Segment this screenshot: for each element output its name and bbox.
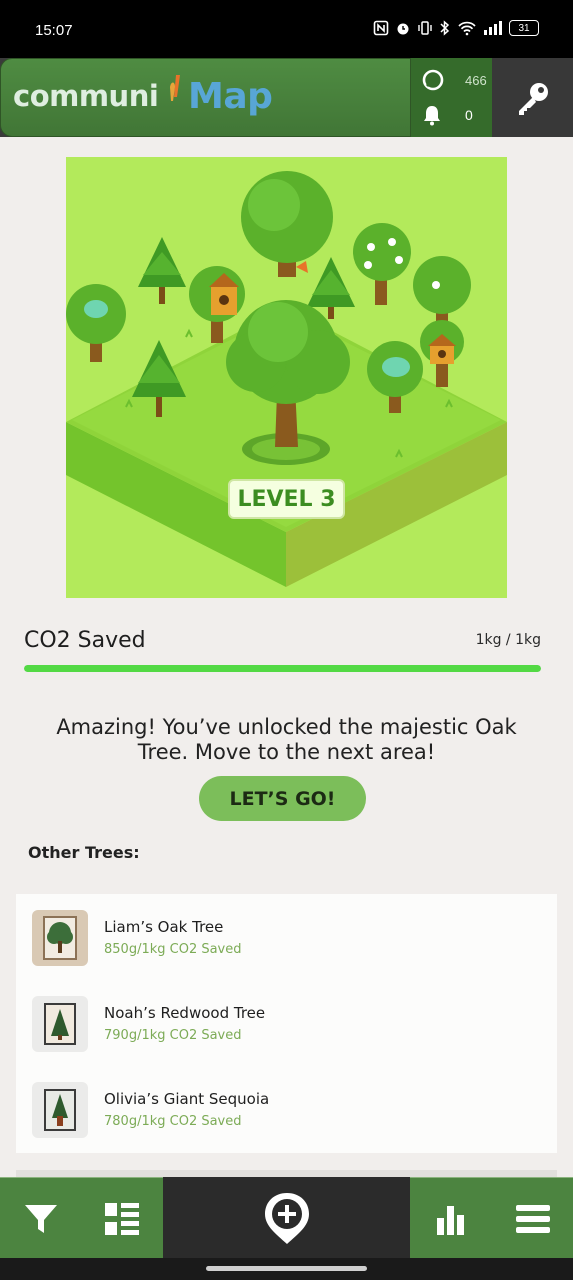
app-logo[interactable]: communi Map [0,58,411,137]
bottom-nav-right [410,1177,573,1258]
bell-icon [424,106,440,126]
stats-icon [436,1205,464,1235]
bottom-nav-left [0,1177,163,1258]
tree-co2: 780g/1kg CO2 Saved [104,1114,242,1129]
oak-tree-icon [32,910,88,966]
birdhouse-tree-right [420,320,464,387]
round-tree-mid [189,266,245,343]
tree-name: Liam’s Oak Tree [104,918,224,936]
add-location-icon [264,1192,309,1244]
other-trees-list: Liam’s Oak Tree 850g/1kg CO2 Saved Noah’… [16,894,557,1153]
menu-button[interactable] [492,1178,573,1259]
tree-name: Olivia’s Giant Sequoia [104,1090,270,1108]
logo-text-map: Map [188,76,273,117]
signal-icon [484,21,502,35]
app-header: communi Map 466 0 [0,58,573,137]
home-gesture-pill[interactable] [206,1266,367,1271]
forest-level-image [66,171,507,587]
stats-button[interactable] [410,1178,491,1259]
status-time: 15:07 [35,22,73,39]
level-label: LEVEL 3 [237,486,336,512]
nfc-icon [373,20,389,36]
list-item[interactable]: Olivia’s Giant Sequoia 780g/1kg CO2 Save… [16,1066,557,1152]
round-tree-left [66,284,126,362]
add-location-button[interactable] [246,1177,327,1258]
bottom-nav [0,1177,573,1258]
key-button[interactable] [492,58,573,137]
key-icon [518,82,548,115]
battery-icon: 31 [509,20,539,36]
list-view-icon [104,1202,139,1235]
logo-text-communi: communi [13,79,159,113]
system-nav-bar [0,1258,573,1280]
level-illustration: LEVEL 3 [66,157,507,598]
points-value: 466 [465,72,487,88]
alarm-icon [397,23,409,35]
list-item[interactable]: Noah’s Redwood Tree 790g/1kg CO2 Saved [16,980,557,1066]
other-trees-title: Other Trees: [28,843,140,862]
redwood-tree-icon [32,996,88,1052]
filter-icon [24,1204,57,1233]
co2-title: CO2 Saved [24,628,146,653]
status-bar: 15:07 31 [0,0,573,58]
filter-button[interactable] [0,1178,81,1259]
header-stats: 466 0 [411,58,492,137]
sequoia-tree-icon [32,1082,88,1138]
notifications-stat[interactable]: 0 [421,104,489,126]
status-icons: 31 [373,20,539,36]
points-icon [422,69,444,91]
battery-level: 31 [518,22,530,34]
vibrate-icon [418,21,432,35]
unlock-message: Amazing! You’ve unlocked the majestic Oa… [56,715,517,764]
pine-tree-1 [138,237,186,304]
co2-progress-header: CO2 Saved 1kg / 1kg [24,628,541,653]
co2-progress-fill [24,665,541,672]
level-badge: LEVEL 3 [228,479,345,519]
lets-go-button[interactable]: LET’S GO! [199,776,366,821]
co2-amount: 1kg / 1kg [475,632,541,648]
tree-co2: 790g/1kg CO2 Saved [104,1028,242,1043]
notifications-value: 0 [465,107,473,123]
flower-tree-right [353,223,411,305]
list-view-button[interactable] [81,1178,162,1259]
list-item[interactable]: Liam’s Oak Tree 850g/1kg CO2 Saved [16,894,557,980]
menu-icon [515,1204,550,1233]
tree-co2: 850g/1kg CO2 Saved [104,942,242,957]
tree-name: Noah’s Redwood Tree [104,1004,266,1022]
wifi-icon [458,21,476,36]
logo-mark-icon [170,75,180,101]
co2-progress-bar [24,665,541,672]
points-stat[interactable]: 466 [421,68,489,92]
bluetooth-icon [440,20,450,36]
